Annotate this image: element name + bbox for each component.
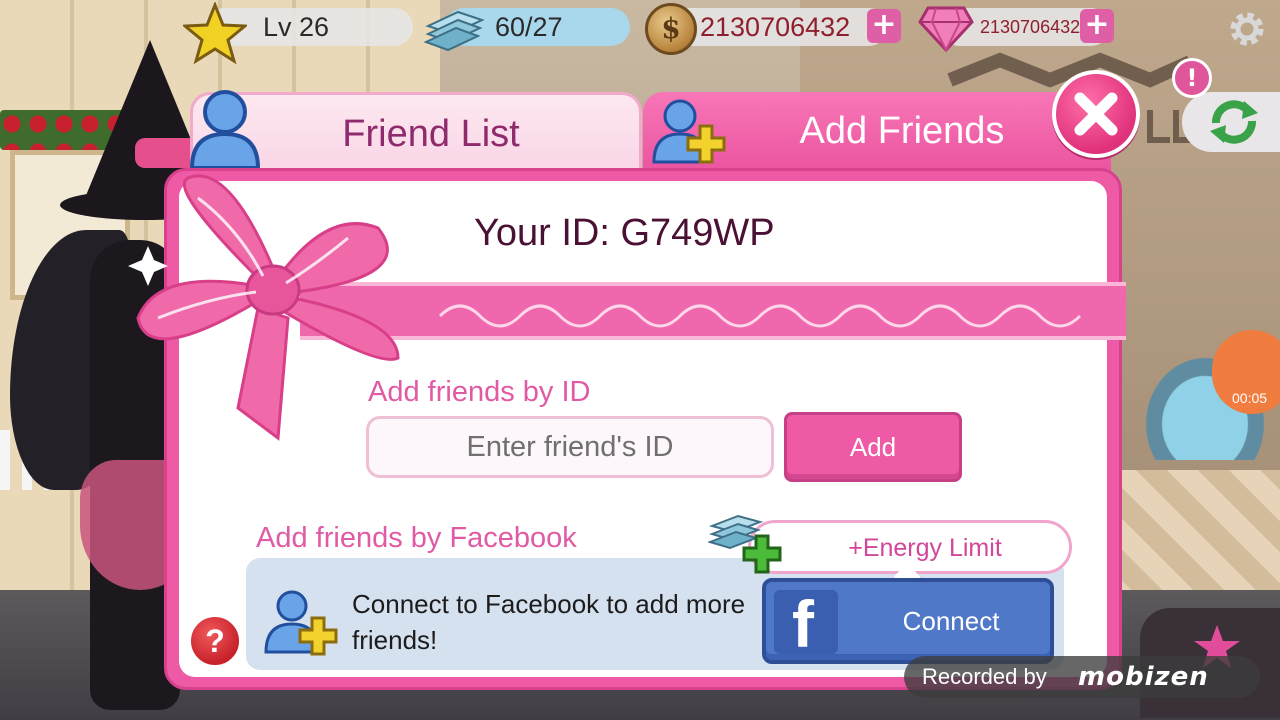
close-icon (1074, 92, 1118, 136)
add-button[interactable]: Add (784, 412, 962, 482)
add-user-icon (264, 590, 338, 656)
recording-timer: 00:05 (1232, 390, 1268, 406)
user-icon (189, 90, 261, 170)
add-user-icon (652, 99, 726, 164)
energy-icon (423, 10, 485, 52)
coin-icon: $ (645, 3, 697, 55)
coins-text: 2130706432 (700, 12, 851, 42)
your-id-text: Your ID: G749WP (474, 212, 775, 254)
ribbon-pattern (438, 304, 1082, 328)
energy-plus-icon (708, 514, 782, 574)
add-by-id-label: Add friends by ID (368, 376, 591, 408)
friend-id-input[interactable] (366, 416, 774, 478)
close-button[interactable] (1052, 70, 1140, 158)
watermark-prefix: Recorded by (922, 664, 1047, 689)
add-by-facebook-label: Add friends by Facebook (256, 522, 577, 554)
connect-button-label: Connect (902, 606, 1000, 636)
gear-icon[interactable] (1226, 8, 1268, 50)
buy-gems-button[interactable]: + (1080, 9, 1114, 43)
recorder-watermark: Recorded by mobizen (904, 656, 1260, 698)
ribbon-band (300, 282, 1126, 340)
level-text: Lv 26 (263, 12, 330, 42)
star-icon (183, 2, 247, 64)
energy-text: 60/27 (495, 12, 563, 42)
tiled-floor (1110, 470, 1280, 600)
facebook-icon: f (774, 587, 838, 661)
coins-pill: 2130706432 (668, 8, 888, 46)
buy-coins-button[interactable]: + (867, 9, 901, 43)
alert-badge[interactable]: ! (1172, 58, 1212, 98)
gem-icon (918, 6, 974, 53)
refresh-button[interactable] (1182, 92, 1280, 152)
help-button[interactable]: ? (188, 614, 242, 668)
refresh-icon (1210, 100, 1258, 144)
facebook-connect-button[interactable]: f Connect (762, 578, 1054, 664)
watermark-brand: mobizen (1078, 662, 1209, 692)
gems-text: 2130706432 (980, 17, 1081, 37)
status-bar: Lv 26 60/27 2130706432 $ + 2130706432 + (0, 0, 1280, 64)
facebook-description: Connect to Facebook to add more friends! (352, 589, 746, 655)
